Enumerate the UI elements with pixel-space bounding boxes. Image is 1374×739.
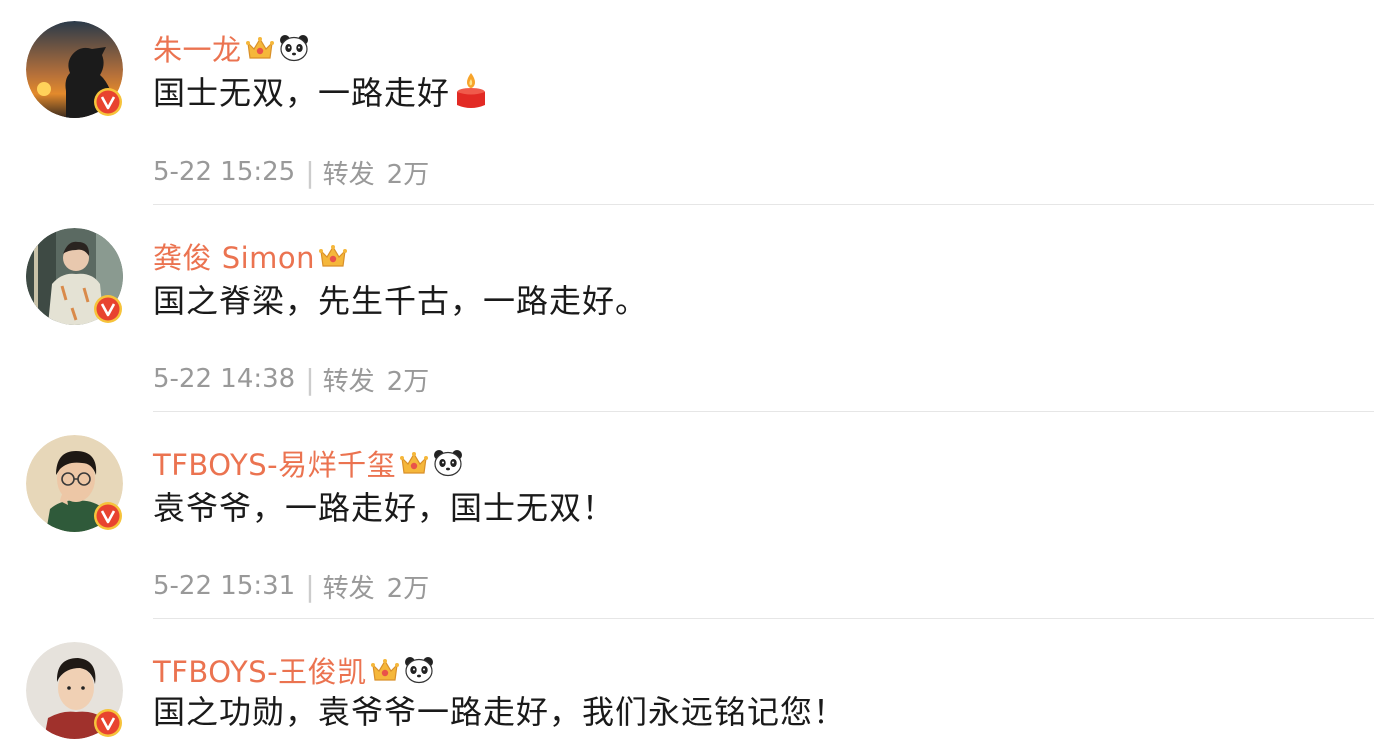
meta-row: 5-22 15:25 | 转发 2万 [153,154,429,190]
timestamp: 5-22 15:25 [153,157,296,187]
avatar[interactable] [26,21,123,118]
meta-row: 5-22 14:38 | 转发 2万 [153,361,429,397]
crown-icon [370,659,399,681]
crown-icon [319,245,348,267]
comment-text-row: 国士无双，一路走好 [153,68,488,114]
user-name[interactable]: 朱一龙 [153,27,242,69]
name-row: TFBOYS-易烊千玺 [153,443,464,483]
user-name[interactable]: TFBOYS-王俊凯 [153,649,367,691]
verified-badge-icon [94,709,122,737]
candle-icon [457,73,486,108]
avatar[interactable] [26,228,123,325]
verified-badge-icon [94,502,122,530]
divider [153,411,1374,412]
comment-text: 国士无双，一路走好 [153,74,451,112]
meta-row: 5-22 15:31 | 转发 2万 [153,568,429,604]
comment-text: 国之脊梁，先生千古，一路走好。 [153,282,649,320]
comment-feed: 朱一龙 国士无双，一路走好 5-22 15:25 | 转发 2万 龚俊 Simo… [0,0,1374,739]
panda-icon [434,450,463,477]
avatar[interactable] [26,435,123,532]
comment-text-row: 国之脊梁，先生千古，一路走好。 [153,276,648,322]
panda-icon [404,657,433,684]
timestamp: 5-22 14:38 [153,364,296,394]
name-row: TFBOYS-王俊凯 [153,650,435,690]
comment-text-row: 袁爷爷，一路走好，国士无双！ [153,483,615,529]
crown-icon [245,37,274,59]
repost-button[interactable]: 转发 [323,361,375,398]
name-row: 龚俊 Simon [153,236,349,276]
verified-badge-icon [94,295,122,323]
meta-separator: | [305,362,315,396]
comment-text: 国之功勋，袁爷爷一路走好，我们永远铭记您！ [153,693,847,731]
timestamp: 5-22 15:31 [153,571,296,601]
comment-text-row: 国之功勋，袁爷爷一路走好，我们永远铭记您！ [153,690,847,731]
avatar[interactable] [26,642,123,739]
repost-button[interactable]: 转发 [323,154,375,191]
verified-badge-icon [94,88,122,116]
name-row: 朱一龙 [153,28,310,68]
repost-count: 2万 [386,366,430,397]
repost-count: 2万 [386,159,430,190]
user-name[interactable]: TFBOYS-易烊千玺 [153,442,396,484]
user-name[interactable]: 龚俊 Simon [153,235,315,277]
meta-separator: | [305,155,315,189]
divider [153,204,1374,205]
panda-icon [279,35,308,62]
repost-button[interactable]: 转发 [323,568,375,605]
repost-count: 2万 [386,573,430,604]
comment-text: 袁爷爷，一路走好，国士无双！ [153,489,616,527]
crown-icon [400,452,429,474]
divider [153,618,1374,619]
meta-separator: | [305,569,315,603]
